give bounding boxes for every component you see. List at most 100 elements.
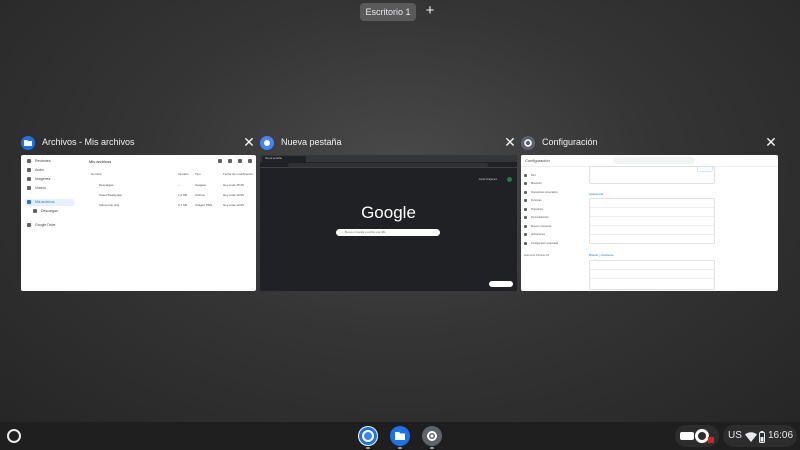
status-tray[interactable]: US 16:06 [675, 425, 797, 447]
window-card-header: Archivos - Mis archivos ✕ [21, 134, 256, 152]
close-icon[interactable]: ✕ [242, 135, 256, 149]
section-label: Buscar y Asistente [589, 253, 614, 257]
files-title: Mis archivos [89, 159, 112, 164]
nav-item: Dispositivos conectados [524, 188, 584, 197]
running-indicator [366, 447, 370, 449]
sidebar-item-label: Imágenes [35, 177, 51, 181]
column-header: Fecha de modificación [223, 172, 254, 176]
ime-indicator: US [728, 430, 742, 441]
running-indicator [430, 447, 434, 449]
file-size: -- [178, 183, 180, 187]
video-icon [27, 186, 31, 190]
window-card-header: Configuración ✕ [521, 134, 778, 152]
desks-bar: Escritorio 1 + [0, 0, 800, 24]
settings-action-button [697, 166, 713, 172]
settings-row [590, 226, 714, 235]
nav-item-label: Aplicaciones [531, 233, 546, 237]
sidebar-item-label: Descargas [41, 209, 58, 213]
settings-icon [521, 136, 535, 150]
nav-item-label: Bluetooth [531, 182, 542, 186]
drive-icon [27, 223, 31, 227]
settings-title: Configuración [525, 158, 550, 163]
file-date: Hoy a las 12:09 [223, 203, 244, 207]
file-type: Imagen PNG [195, 203, 213, 207]
settings-group [589, 260, 715, 290]
settings-row [590, 217, 714, 226]
file-name: Cloud Ready.app [99, 193, 122, 197]
settings-row [590, 199, 714, 208]
nav-item: Configuración avanzada [524, 239, 584, 248]
address-bar [260, 162, 517, 168]
launcher-button[interactable] [7, 429, 21, 443]
sidebar-item: Audio [27, 168, 44, 172]
nav-item-label: Configuración avanzada [531, 241, 558, 245]
window-title: Configuración [542, 137, 598, 147]
wifi-icon [745, 430, 757, 448]
settings-row [590, 261, 714, 270]
nav-item: Aplicaciones [524, 231, 584, 240]
running-indicator [398, 447, 402, 449]
people-icon [524, 199, 527, 203]
column-header: Nombre [91, 172, 102, 176]
nav-item: Dispositivo [524, 205, 584, 214]
window-title: Archivos - Mis archivos [42, 137, 135, 147]
sidebar-item-label: Google Drive [35, 223, 56, 227]
new-desk-button[interactable]: + [421, 1, 439, 21]
close-icon[interactable]: ✕ [503, 135, 517, 149]
sidebar-item: Google Drive [27, 223, 55, 227]
file-date: Hoy a las 15:45 [223, 183, 244, 187]
avatar [507, 177, 512, 182]
files-main: Mis archivos Nombre Tamaño Tipo Fecha de… [87, 155, 256, 291]
settings-row [590, 167, 714, 176]
chrome-icon[interactable] [358, 426, 378, 446]
nav-item: Personalización [524, 214, 584, 223]
nav-item: Personas [524, 197, 584, 206]
file-name: Descargas [99, 183, 114, 187]
advanced-icon [524, 241, 527, 245]
customize-button [489, 281, 513, 287]
notification-pill[interactable] [675, 425, 719, 447]
grid-icon [228, 159, 232, 163]
desk-1-button[interactable]: Escritorio 1 [360, 3, 416, 21]
file-size: 1,2 KB [178, 193, 188, 197]
search-box: Busca en Google o escribe una URL [336, 229, 440, 236]
column-header: Tipo [195, 172, 201, 176]
audio-icon [27, 168, 31, 172]
apps-icon [524, 233, 527, 237]
file-size: 3,7 KB [178, 203, 188, 207]
search-icon [218, 159, 222, 163]
file-date: Hoy a las 12:09 [223, 193, 244, 197]
window-card-header: Nueva pestaña ✕ [260, 134, 517, 152]
settings-row [590, 279, 714, 288]
sort-icon [238, 159, 242, 163]
window-preview: Nueva pestaña Gmail Imágenes Google Busc… [260, 155, 517, 291]
window-title: Nueva pestaña [281, 137, 342, 147]
gmail-link: Gmail [478, 178, 486, 181]
system-tray[interactable]: US 16:06 [723, 425, 797, 447]
chrome-icon [260, 136, 274, 150]
omnibox [288, 163, 488, 167]
battery-icon [759, 430, 765, 448]
image-icon [27, 177, 31, 181]
sidebar-item: Vídeos [27, 186, 46, 190]
settings-row [590, 270, 714, 279]
sidebar-item-label: Recientes [35, 159, 51, 163]
clock-icon [27, 159, 31, 163]
close-icon[interactable]: ✕ [764, 135, 778, 149]
browser-tab-strip: Nueva pestaña [260, 155, 517, 162]
bluetooth-icon [524, 182, 527, 186]
overview-mode: Escritorio 1 + Archivos - Mis archivos ✕… [0, 0, 800, 422]
files-icon [21, 136, 35, 150]
settings-search [613, 157, 695, 164]
window-preview: Recientes Audio Imágenes Vídeos Mis arch… [21, 155, 256, 291]
files-icon[interactable] [390, 426, 410, 446]
nav-item-label: Acerca de Chrome OS [524, 254, 550, 258]
sidebar-item-label: Vídeos [35, 186, 46, 190]
nav-item-label: Dispositivo [531, 207, 544, 211]
nav-item-label: Dispositivos conectados [531, 190, 558, 194]
brush-icon [524, 216, 527, 220]
nav-item: Red [524, 171, 584, 180]
settings-nav: Red Bluetooth Dispositivos conectados Pe… [524, 171, 584, 260]
settings-icon[interactable] [422, 426, 442, 446]
wifi-icon [524, 173, 527, 177]
